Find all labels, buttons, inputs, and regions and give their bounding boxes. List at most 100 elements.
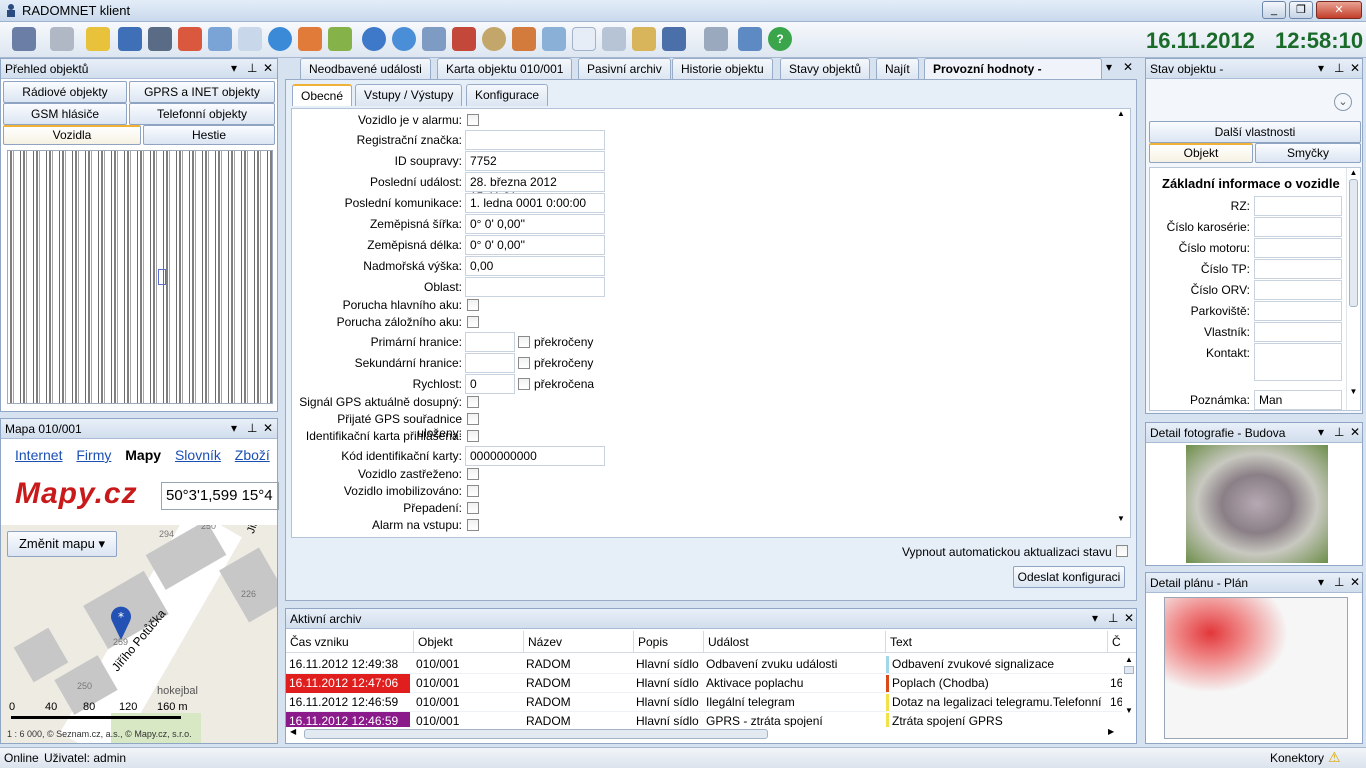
table-icon[interactable] — [208, 27, 232, 51]
table-row[interactable]: 16.11.2012 12:49:38 010/001 RADOM Hlavní sí… — [286, 655, 1122, 674]
field-input[interactable] — [465, 130, 605, 150]
field-input[interactable]: 1. ledna 0001 0:00:00 — [465, 193, 605, 213]
info-input[interactable]: Man — [1254, 390, 1342, 410]
field-input[interactable]: 0,00 — [465, 256, 605, 276]
col-name[interactable]: Název — [524, 631, 634, 653]
tab-operating-values[interactable]: Provozní hodnoty - — [924, 58, 1102, 80]
card-icon[interactable] — [118, 27, 142, 51]
dropdown-icon[interactable]: ▾ — [1318, 61, 1324, 75]
card-dark-icon[interactable] — [148, 27, 172, 51]
tab-loops[interactable]: Smyčky — [1255, 143, 1361, 163]
col-extra[interactable]: Č — [1108, 631, 1136, 653]
field-input[interactable] — [465, 277, 605, 297]
close-icon[interactable]: ✕ — [263, 61, 273, 75]
phone-icon[interactable] — [632, 27, 656, 51]
map-view[interactable]: Změnit mapu ▾ * 294 250 259 226 250 Jiří… — [1, 525, 277, 743]
subtab-configuration[interactable]: Konfigurace — [466, 84, 549, 106]
field-checkbox[interactable] — [467, 299, 479, 311]
info-input[interactable] — [1254, 343, 1342, 381]
field-input[interactable] — [465, 353, 515, 373]
expand-icon[interactable]: ⌄ — [1334, 93, 1352, 111]
close-icon[interactable]: ✕ — [263, 421, 273, 435]
field-input[interactable]: 28. března 2012 15:41:31 — [465, 172, 605, 204]
link-firmy[interactable]: Firmy — [76, 447, 111, 463]
scroll-up-icon[interactable]: ▲ — [1122, 655, 1136, 664]
gprs-objects-button[interactable]: GPRS a INET objekty — [129, 81, 275, 103]
field-checkbox[interactable] — [467, 502, 479, 514]
device-icon[interactable] — [662, 27, 686, 51]
link-slovnik[interactable]: Slovník — [175, 447, 221, 463]
info-scrollbar[interactable]: ▲ ▼ — [1346, 168, 1360, 410]
minimize-button[interactable]: _ — [1262, 1, 1286, 19]
building-icon[interactable] — [452, 27, 476, 51]
mail-icon[interactable] — [572, 27, 596, 51]
gsm-button[interactable]: GSM hlásiče — [3, 103, 127, 125]
field-checkbox[interactable] — [467, 114, 479, 126]
link-zbozi[interactable]: Zboží — [235, 447, 270, 463]
warning-icon[interactable] — [86, 27, 110, 51]
info-input[interactable] — [1254, 196, 1342, 216]
info-input[interactable] — [1254, 238, 1342, 258]
field-checkbox[interactable] — [467, 396, 479, 408]
tab-object-history[interactable]: Historie objektu — [672, 58, 773, 80]
tab-close-icon[interactable]: ✕ — [1123, 60, 1133, 74]
form-scrollbar[interactable]: ▲ ▼ — [1114, 109, 1128, 537]
maximize-button[interactable]: ❐ — [1289, 1, 1313, 19]
auto-update-checkbox[interactable] — [1116, 545, 1128, 557]
tab-object-states[interactable]: Stavy objektů — [780, 58, 871, 80]
disconnect-icon[interactable] — [12, 27, 36, 51]
archive-hscrollbar[interactable]: ◀ ▶ — [286, 727, 1122, 741]
field-checkbox[interactable] — [467, 519, 479, 531]
info-icon[interactable] — [268, 27, 292, 51]
subtab-io[interactable]: Vstupy / Výstupy — [355, 84, 463, 106]
link-internet[interactable]: Internet — [15, 447, 62, 463]
field-input[interactable]: 0 — [465, 374, 515, 394]
help-icon[interactable]: ? — [768, 27, 792, 51]
tabs-menu-icon[interactable]: ▾ — [1106, 60, 1112, 74]
connectors-label[interactable]: Konektory — [1270, 751, 1324, 765]
scroll-up-icon[interactable]: ▲ — [1347, 168, 1360, 177]
col-event[interactable]: Událost — [704, 631, 886, 653]
dropdown-icon[interactable]: ▾ — [1318, 425, 1324, 439]
col-time[interactable]: Čas vzniku — [286, 631, 414, 653]
phone-objects-button[interactable]: Telefonní objekty — [129, 103, 275, 125]
scroll-up-icon[interactable]: ▲ — [1114, 109, 1128, 118]
field-input[interactable]: 0° 0' 0,00'' — [465, 214, 605, 234]
field-input[interactable] — [465, 332, 515, 352]
close-icon[interactable]: ✕ — [1124, 611, 1134, 625]
scroll-left-icon[interactable]: ◀ — [290, 727, 296, 736]
pin-icon[interactable]: ⊥ — [1334, 575, 1344, 589]
globe-icon[interactable] — [362, 27, 386, 51]
house-icon[interactable] — [178, 27, 202, 51]
settings-icon[interactable] — [422, 27, 446, 51]
field-checkbox[interactable] — [467, 413, 479, 425]
dropdown-icon[interactable]: ▾ — [231, 61, 237, 75]
change-map-button[interactable]: Změnit mapu ▾ — [7, 531, 117, 557]
col-description[interactable]: Popis — [634, 631, 704, 653]
exceeded-checkbox[interactable] — [518, 336, 530, 348]
dropdown-icon[interactable]: ▾ — [1092, 611, 1098, 625]
print-icon[interactable] — [542, 27, 566, 51]
close-icon[interactable]: ✕ — [1350, 575, 1360, 589]
table-row[interactable]: 16.11.2012 12:46:59 010/001 RADOM Hlavní sí… — [286, 712, 1122, 727]
network-icon[interactable] — [392, 27, 416, 51]
search-icon[interactable] — [482, 27, 506, 51]
edit-icon[interactable] — [328, 27, 352, 51]
col-object[interactable]: Objekt — [414, 631, 524, 653]
pin-icon[interactable]: ⊥ — [1108, 611, 1118, 625]
exceeded-checkbox[interactable] — [518, 378, 530, 390]
info-input[interactable] — [1254, 301, 1342, 321]
exceeded-checkbox[interactable] — [518, 357, 530, 369]
document-icon[interactable] — [238, 27, 262, 51]
hestie-button[interactable]: Hestie — [143, 125, 275, 145]
radio-objects-button[interactable]: Rádiové objekty — [3, 81, 127, 103]
table-row[interactable]: 16.11.2012 12:47:06 010/001 RADOM Hlavní sí… — [286, 674, 1122, 693]
pin-icon[interactable]: ⊥ — [1334, 61, 1344, 75]
dropdown-icon[interactable]: ▾ — [231, 421, 237, 435]
export-icon[interactable] — [298, 27, 322, 51]
tab-passive-archive[interactable]: Pasivní archiv — [578, 58, 671, 80]
dropdown-icon[interactable]: ▾ — [1318, 575, 1324, 589]
calendar-icon[interactable] — [738, 27, 762, 51]
info-input[interactable] — [1254, 322, 1342, 342]
map-pin-icon[interactable]: * — [109, 605, 133, 641]
